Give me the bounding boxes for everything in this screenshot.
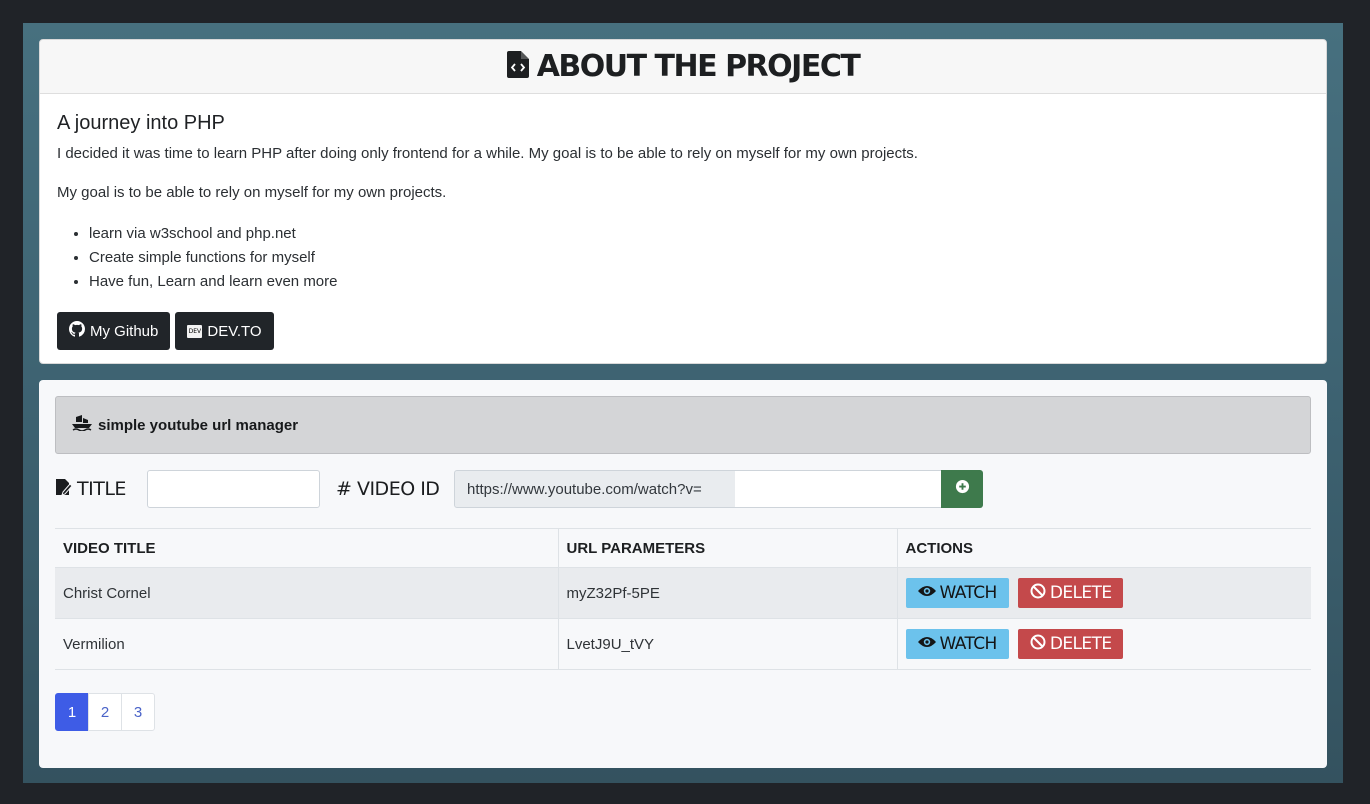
header-video-title: VIDEO TITLE xyxy=(55,528,558,568)
actions-cell: WATCH DELETE xyxy=(896,567,1311,619)
pagination: 1 2 3 xyxy=(55,693,155,731)
devto-button[interactable]: DEV DEV.TO xyxy=(175,312,274,350)
delete-button[interactable]: DELETE xyxy=(1017,578,1124,608)
list-item: learn via w3school and php.net xyxy=(89,222,1309,246)
about-card: ABOUT THE PROJECT A journey into PHP I d… xyxy=(39,39,1327,364)
video-title-cell: Christ Cornel xyxy=(55,567,558,619)
actions-cell: WATCH DELETE xyxy=(896,618,1311,670)
manager-title-bar: simple youtube url manager xyxy=(55,396,1311,454)
table-row: Vermilion LvetJ9U_tVY WATCH DELETE xyxy=(55,618,1311,670)
ship-icon xyxy=(72,414,92,436)
plus-circle-icon xyxy=(955,479,970,499)
devto-icon: DEV xyxy=(187,324,203,338)
ban-icon xyxy=(1030,634,1046,655)
manager-card: simple youtube url manager TITLE # VIDEO… xyxy=(39,380,1327,768)
link-buttons: My Github DEV DEV.TO xyxy=(57,312,1309,350)
about-paragraph-1: I decided it was time to learn PHP after… xyxy=(57,145,918,162)
github-button[interactable]: My Github xyxy=(57,312,171,350)
delete-button[interactable]: DELETE xyxy=(1017,629,1124,659)
page-link-2[interactable]: 2 xyxy=(88,693,122,731)
devto-label: DEV.TO xyxy=(207,322,262,340)
add-video-button[interactable] xyxy=(941,470,983,508)
url-param-cell: myZ32Pf-5PE xyxy=(557,567,897,619)
edit-file-icon xyxy=(55,478,73,501)
about-body: A journey into PHP I decided it was time… xyxy=(40,94,1326,350)
header-actions: ACTIONS xyxy=(896,528,1311,568)
title-input[interactable] xyxy=(147,470,320,508)
page-link-3[interactable]: 3 xyxy=(121,693,155,731)
table-header-row: VIDEO TITLE URL PARAMETERS ACTIONS xyxy=(55,528,1311,568)
header-url-parameters: URL PARAMETERS xyxy=(557,528,897,568)
url-param-cell: LvetJ9U_tVY xyxy=(557,618,897,670)
about-paragraph-2: My goal is to be able to rely on myself … xyxy=(57,184,447,201)
video-id-input[interactable] xyxy=(735,470,942,508)
video-id-label: # VIDEO ID xyxy=(336,478,440,500)
github-label: My Github xyxy=(90,322,159,340)
watch-button[interactable]: WATCH xyxy=(905,578,1009,608)
github-icon xyxy=(69,321,85,341)
table-row: Christ Cornel myZ32Pf-5PE WATCH DELETE xyxy=(55,567,1311,619)
add-video-form: TITLE # VIDEO ID https://www.youtube.com… xyxy=(55,470,985,508)
about-title: ABOUT THE PROJECT xyxy=(536,49,861,84)
watch-button[interactable]: WATCH xyxy=(905,629,1009,659)
file-code-icon xyxy=(506,50,529,83)
eye-icon xyxy=(917,583,936,603)
page-link-1[interactable]: 1 xyxy=(55,693,89,731)
about-heading: A journey into PHP xyxy=(57,112,225,134)
ban-icon xyxy=(1030,583,1046,604)
about-bullet-list: learn via w3school and php.net Create si… xyxy=(89,222,1309,294)
url-prefix: https://www.youtube.com/watch?v= xyxy=(454,470,736,508)
title-label: TITLE xyxy=(55,470,126,508)
eye-icon xyxy=(917,634,936,654)
videos-table: VIDEO TITLE URL PARAMETERS ACTIONS Chris… xyxy=(55,528,1311,670)
video-title-cell: Vermilion xyxy=(55,618,558,670)
manager-title: simple youtube url manager xyxy=(98,416,299,434)
list-item: Create simple functions for myself xyxy=(89,246,1309,270)
list-item: Have fun, Learn and learn even more xyxy=(89,270,1309,294)
about-header: ABOUT THE PROJECT xyxy=(40,40,1326,94)
